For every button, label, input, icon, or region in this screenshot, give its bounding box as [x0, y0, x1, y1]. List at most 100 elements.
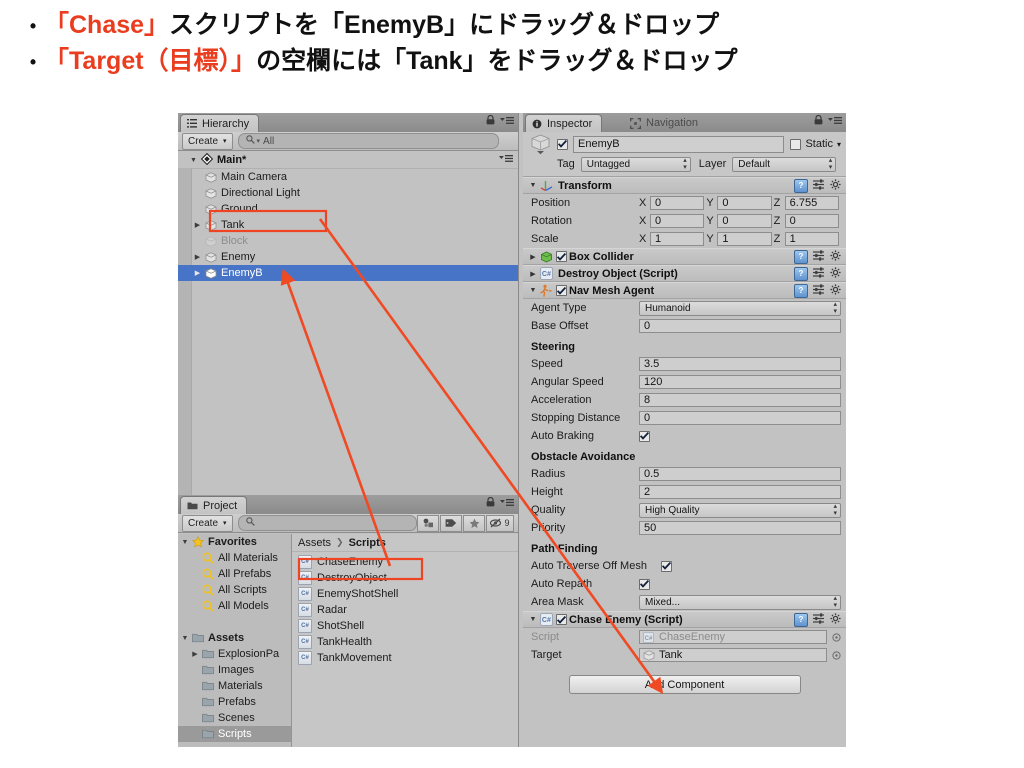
favorite-star-icon[interactable]	[463, 514, 485, 532]
vector-z-input[interactable]: 0	[784, 214, 839, 228]
gear-icon[interactable]	[830, 283, 841, 298]
help-book-icon[interactable]: ?	[794, 612, 808, 627]
assets-folder-scripts[interactable]: Scripts	[178, 726, 291, 742]
assets-folder-prefabs[interactable]: Prefabs	[178, 694, 291, 710]
vector-z-input[interactable]: 6.755	[784, 196, 839, 210]
asset-item-chaseenemy[interactable]: C# ChaseEnemy	[292, 554, 518, 570]
preset-icon[interactable]	[813, 283, 825, 298]
hierarchy-item-tank[interactable]: ▶ Tank	[178, 217, 518, 233]
vector-y-input[interactable]: 0	[717, 214, 772, 228]
property-checkbox[interactable]	[661, 560, 672, 572]
hierarchy-item-main-camera[interactable]: Main Camera	[178, 169, 518, 185]
component-enabled-checkbox[interactable]	[556, 285, 567, 296]
vector-y-input[interactable]: 1	[717, 232, 772, 246]
type-filter-icon[interactable]	[417, 514, 439, 532]
gear-icon[interactable]	[830, 266, 841, 281]
hierarchy-item-ground[interactable]: Ground	[178, 201, 518, 217]
hierarchy-create-button[interactable]: Create ▾	[182, 132, 233, 150]
component-header-destroy-object-script[interactable]: ▶ C# Destroy Object (Script)?	[523, 265, 846, 282]
hierarchy-item-enemyb[interactable]: ▶ EnemyB	[178, 265, 518, 281]
asset-item-radar[interactable]: C# Radar	[292, 602, 518, 618]
lock-icon[interactable]	[486, 114, 495, 128]
hierarchy-scene-row[interactable]: ▼ Main*	[178, 152, 518, 169]
component-enabled-checkbox[interactable]	[556, 614, 567, 625]
asset-item-destroyobject[interactable]: C# DestroyObject	[292, 570, 518, 586]
property-input[interactable]: 3.5	[639, 357, 841, 371]
lock-icon[interactable]	[814, 114, 823, 128]
vector-x-input[interactable]: 0	[650, 196, 705, 210]
asset-item-shotshell[interactable]: C# ShotShell	[292, 618, 518, 634]
expand-twisty-icon[interactable]: ▼	[527, 182, 539, 189]
breadcrumb-scripts[interactable]: Scripts	[349, 537, 386, 549]
favorites-item-3[interactable]: All Models	[178, 598, 291, 614]
expand-twisty-icon[interactable]: ▶	[191, 253, 204, 261]
label-filter-icon[interactable]	[440, 514, 462, 532]
scene-twisty-icon[interactable]: ▼	[187, 157, 200, 164]
help-book-icon[interactable]: ?	[794, 283, 808, 298]
breadcrumb-assets[interactable]: Assets	[298, 537, 331, 549]
help-book-icon[interactable]: ?	[794, 266, 808, 281]
object-reference-field[interactable]: Tank	[639, 648, 827, 662]
object-picker-icon[interactable]	[831, 650, 842, 660]
property-input[interactable]: 120	[639, 375, 841, 389]
hierarchy-search-input[interactable]: ▾ All	[237, 133, 499, 149]
gameobject-name-field[interactable]: EnemyB	[573, 135, 785, 153]
property-input[interactable]: 0	[639, 411, 841, 425]
property-input[interactable]: 8	[639, 393, 841, 407]
static-toggle[interactable]: Static ▾	[790, 138, 841, 150]
property-dropdown[interactable]: Humanoid ▴ ▾	[639, 300, 841, 316]
component-enabled-checkbox[interactable]	[556, 251, 567, 262]
assets-folder-explosionpa[interactable]: ▶ ExplosionPa	[178, 646, 291, 662]
vector-x-input[interactable]: 0	[650, 214, 705, 228]
component-header-transform[interactable]: ▼ Transform?	[523, 177, 846, 194]
expand-twisty-icon[interactable]: ▶	[191, 269, 204, 277]
property-checkbox[interactable]	[639, 430, 650, 442]
static-dropdown-icon[interactable]: ▾	[837, 140, 841, 149]
component-header-box-collider[interactable]: ▶ Box Collider?	[523, 248, 846, 265]
assets-folder-scenes[interactable]: Scenes	[178, 710, 291, 726]
expand-twisty-icon[interactable]: ▶	[189, 650, 201, 658]
hierarchy-item-block[interactable]: Block	[178, 233, 518, 249]
gear-icon[interactable]	[830, 249, 841, 264]
expand-twisty-icon[interactable]: ▶	[527, 253, 539, 261]
property-input[interactable]: 0.5	[639, 467, 841, 481]
project-create-button[interactable]: Create ▾	[182, 514, 233, 532]
component-header-chase-enemy-script[interactable]: ▼ C# Chase Enemy (Script)?	[523, 611, 846, 628]
expand-twisty-icon[interactable]: ▼	[527, 616, 539, 623]
gear-icon[interactable]	[830, 178, 841, 193]
property-input[interactable]: 0	[639, 319, 841, 333]
panel-menu-icon[interactable]	[500, 498, 514, 510]
object-picker-icon[interactable]	[831, 632, 842, 642]
asset-item-tankhealth[interactable]: C# TankHealth	[292, 634, 518, 650]
hierarchy-item-directional-light[interactable]: Directional Light	[178, 185, 518, 201]
vector-y-input[interactable]: 0	[717, 196, 772, 210]
preset-icon[interactable]	[813, 612, 825, 627]
help-book-icon[interactable]: ?	[794, 249, 808, 264]
preset-icon[interactable]	[813, 249, 825, 264]
property-checkbox[interactable]	[639, 578, 650, 590]
expand-twisty-icon[interactable]: ▼	[179, 539, 191, 546]
property-dropdown[interactable]: High Quality ▴ ▾	[639, 502, 841, 518]
component-header-nav-mesh-agent[interactable]: ▼ Nav Mesh Agent?	[523, 282, 846, 299]
static-checkbox[interactable]	[790, 138, 802, 150]
favorites-item-0[interactable]: All Materials	[178, 550, 291, 566]
property-input[interactable]: 50	[639, 521, 841, 535]
project-search-input[interactable]	[237, 515, 417, 531]
tab-inspector[interactable]: Inspector	[525, 114, 603, 132]
panel-menu-icon[interactable]	[500, 116, 514, 128]
vector-z-input[interactable]: 1	[784, 232, 839, 246]
expand-twisty-icon[interactable]: ▶	[191, 221, 204, 229]
tab-navigation[interactable]: Navigation	[624, 114, 707, 132]
hidden-packages-icon[interactable]: 9	[486, 514, 514, 532]
property-input[interactable]: 2	[639, 485, 841, 499]
lock-icon[interactable]	[486, 496, 495, 510]
hierarchy-item-enemy[interactable]: ▶ Enemy	[178, 249, 518, 265]
object-reference-field[interactable]: C# ChaseEnemy	[639, 630, 827, 644]
project-favorites-root[interactable]: ▼ Favorites	[178, 534, 291, 550]
expand-twisty-icon[interactable]: ▼	[527, 287, 539, 294]
favorites-item-2[interactable]: All Scripts	[178, 582, 291, 598]
gear-icon[interactable]	[830, 612, 841, 627]
gameobject-enabled-checkbox[interactable]	[557, 138, 568, 150]
asset-item-enemyshotshell[interactable]: C# EnemyShotShell	[292, 586, 518, 602]
tab-hierarchy[interactable]: Hierarchy	[180, 114, 260, 132]
